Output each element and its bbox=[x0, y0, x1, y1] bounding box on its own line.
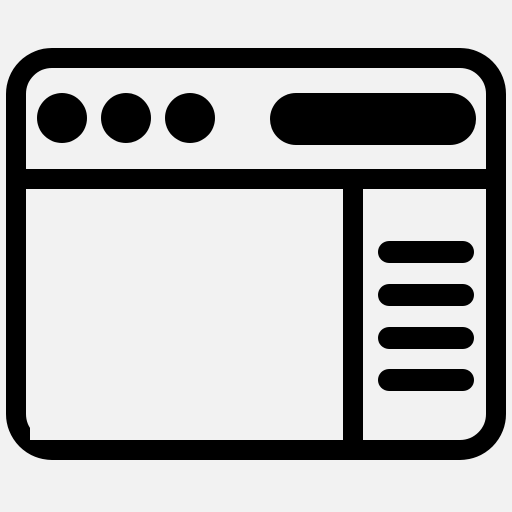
address-bar bbox=[270, 93, 476, 145]
control-dot-icon bbox=[101, 93, 151, 143]
sidebar-line bbox=[378, 241, 474, 263]
browser-window-layout-icon bbox=[6, 48, 506, 460]
control-dot-icon bbox=[165, 93, 215, 143]
window-controls bbox=[37, 93, 215, 143]
control-dot-icon bbox=[37, 93, 87, 143]
sidebar-line bbox=[378, 284, 474, 306]
sidebar-line bbox=[378, 369, 474, 391]
main-content-area bbox=[30, 189, 343, 440]
sidebar-line bbox=[378, 327, 474, 349]
sidebar-lines bbox=[378, 241, 474, 391]
